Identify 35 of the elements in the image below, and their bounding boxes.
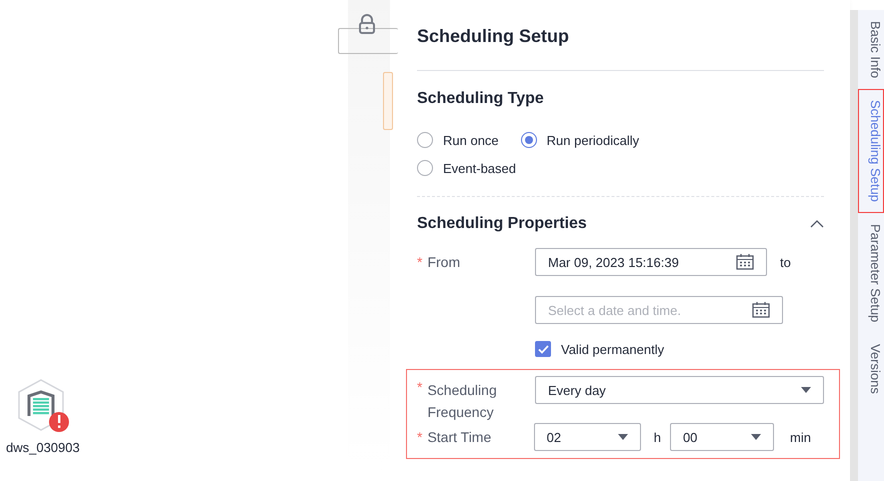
- date-time-field[interactable]: Mar 09, 2023 15:16:39: [535, 248, 767, 276]
- search-field[interactable]: [338, 28, 398, 54]
- panel-title: Scheduling Setup: [417, 26, 570, 48]
- hour-select[interactable]: 02: [534, 423, 641, 451]
- minute-select[interactable]: 00: [670, 423, 774, 451]
- frequency-select[interactable]: Every day: [535, 376, 824, 404]
- field-label: Start Time: [427, 429, 492, 445]
- to-label: to: [780, 254, 791, 270]
- caret-icon: [801, 387, 811, 393]
- required-mark: *: [417, 429, 422, 445]
- calendar-icon[interactable]: [752, 302, 770, 318]
- card-background: [383, 72, 393, 130]
- required-mark: *: [417, 254, 422, 270]
- section-heading: Scheduling Properties: [417, 215, 587, 233]
- node-label: dws_030903: [6, 440, 80, 455]
- lock-icon[interactable]: [358, 14, 376, 34]
- calendar-icon[interactable]: [736, 254, 754, 270]
- check-icon: [538, 344, 548, 354]
- side-tab[interactable]: Scheduling Setup: [858, 89, 884, 214]
- radio-option[interactable]: Run periodically: [520, 132, 640, 148]
- unit-label: min: [790, 430, 811, 444]
- required-mark: *: [417, 379, 422, 397]
- unit-label: h: [654, 430, 661, 444]
- field-label: Scheduling Frequency: [427, 381, 498, 422]
- caret-icon: [751, 434, 762, 440]
- side-tab[interactable]: Versions: [858, 333, 884, 406]
- radio-option[interactable]: Event-based: [417, 160, 516, 176]
- field-label: From: [427, 254, 460, 270]
- radio-option[interactable]: Run once: [417, 132, 499, 148]
- section-heading: Scheduling Type: [417, 90, 544, 108]
- valid-permanently-checkbox[interactable]: Valid permanently: [535, 341, 664, 357]
- side-tab[interactable]: Parameter Setup: [858, 213, 884, 334]
- caret-icon: [618, 434, 628, 440]
- side-tab[interactable]: Basic Info: [858, 10, 884, 90]
- chevron-up-icon[interactable]: [810, 220, 824, 228]
